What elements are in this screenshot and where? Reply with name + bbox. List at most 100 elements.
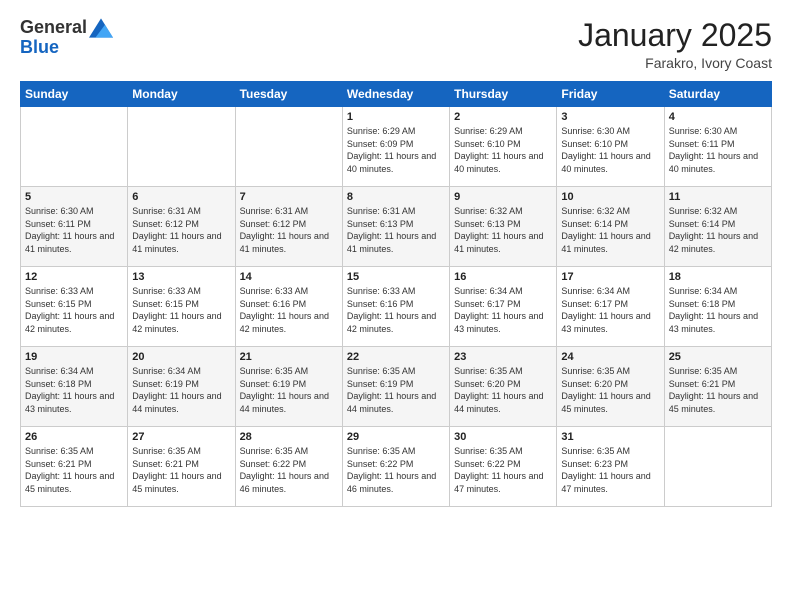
sunrise-text: Sunrise: 6:35 AM (561, 445, 659, 458)
sunset-text: Sunset: 6:21 PM (132, 458, 230, 471)
calendar-table: Sunday Monday Tuesday Wednesday Thursday… (20, 81, 772, 507)
title-block: January 2025 Farakro, Ivory Coast (578, 18, 772, 71)
table-row: 11 Sunrise: 6:32 AM Sunset: 6:14 PM Dayl… (664, 187, 771, 267)
sunset-text: Sunset: 6:19 PM (347, 378, 445, 391)
day-info: Sunrise: 6:35 AM Sunset: 6:23 PM Dayligh… (561, 445, 659, 495)
day-number: 7 (240, 191, 338, 203)
day-number: 8 (347, 191, 445, 203)
sunrise-text: Sunrise: 6:32 AM (561, 205, 659, 218)
day-info: Sunrise: 6:34 AM Sunset: 6:17 PM Dayligh… (561, 285, 659, 335)
sunset-text: Sunset: 6:10 PM (561, 138, 659, 151)
sunset-text: Sunset: 6:23 PM (561, 458, 659, 471)
day-info: Sunrise: 6:35 AM Sunset: 6:21 PM Dayligh… (669, 365, 767, 415)
day-info: Sunrise: 6:31 AM Sunset: 6:12 PM Dayligh… (132, 205, 230, 255)
table-row: 20 Sunrise: 6:34 AM Sunset: 6:19 PM Dayl… (128, 347, 235, 427)
col-sunday: Sunday (21, 82, 128, 107)
calendar-week-1: 1 Sunrise: 6:29 AM Sunset: 6:09 PM Dayli… (21, 107, 772, 187)
table-row: 25 Sunrise: 6:35 AM Sunset: 6:21 PM Dayl… (664, 347, 771, 427)
sunrise-text: Sunrise: 6:34 AM (669, 285, 767, 298)
daylight-text: Daylight: 11 hours and 45 minutes. (25, 470, 123, 495)
header: General Blue January 2025 Farakro, Ivory… (20, 18, 772, 71)
sunrise-text: Sunrise: 6:33 AM (347, 285, 445, 298)
sunset-text: Sunset: 6:12 PM (240, 218, 338, 231)
daylight-text: Daylight: 11 hours and 41 minutes. (347, 230, 445, 255)
sunset-text: Sunset: 6:18 PM (669, 298, 767, 311)
sunrise-text: Sunrise: 6:35 AM (240, 365, 338, 378)
daylight-text: Daylight: 11 hours and 41 minutes. (25, 230, 123, 255)
table-row: 19 Sunrise: 6:34 AM Sunset: 6:18 PM Dayl… (21, 347, 128, 427)
day-number: 11 (669, 191, 767, 203)
daylight-text: Daylight: 11 hours and 40 minutes. (347, 150, 445, 175)
day-number: 12 (25, 271, 123, 283)
daylight-text: Daylight: 11 hours and 44 minutes. (132, 390, 230, 415)
sunset-text: Sunset: 6:20 PM (561, 378, 659, 391)
day-number: 17 (561, 271, 659, 283)
sunset-text: Sunset: 6:13 PM (454, 218, 552, 231)
logo: General Blue (20, 18, 113, 58)
daylight-text: Daylight: 11 hours and 41 minutes. (561, 230, 659, 255)
sunrise-text: Sunrise: 6:35 AM (347, 365, 445, 378)
daylight-text: Daylight: 11 hours and 45 minutes. (561, 390, 659, 415)
day-info: Sunrise: 6:31 AM Sunset: 6:13 PM Dayligh… (347, 205, 445, 255)
sunset-text: Sunset: 6:19 PM (240, 378, 338, 391)
day-number: 22 (347, 351, 445, 363)
sunrise-text: Sunrise: 6:33 AM (132, 285, 230, 298)
daylight-text: Daylight: 11 hours and 41 minutes. (132, 230, 230, 255)
day-number: 14 (240, 271, 338, 283)
day-info: Sunrise: 6:29 AM Sunset: 6:10 PM Dayligh… (454, 125, 552, 175)
daylight-text: Daylight: 11 hours and 45 minutes. (132, 470, 230, 495)
calendar-week-2: 5 Sunrise: 6:30 AM Sunset: 6:11 PM Dayli… (21, 187, 772, 267)
table-row: 27 Sunrise: 6:35 AM Sunset: 6:21 PM Dayl… (128, 427, 235, 507)
sunset-text: Sunset: 6:21 PM (25, 458, 123, 471)
day-info: Sunrise: 6:35 AM Sunset: 6:20 PM Dayligh… (561, 365, 659, 415)
table-row: 12 Sunrise: 6:33 AM Sunset: 6:15 PM Dayl… (21, 267, 128, 347)
day-number: 2 (454, 111, 552, 123)
sunset-text: Sunset: 6:14 PM (669, 218, 767, 231)
sunset-text: Sunset: 6:17 PM (454, 298, 552, 311)
sunrise-text: Sunrise: 6:35 AM (454, 445, 552, 458)
table-row: 24 Sunrise: 6:35 AM Sunset: 6:20 PM Dayl… (557, 347, 664, 427)
sunrise-text: Sunrise: 6:33 AM (240, 285, 338, 298)
daylight-text: Daylight: 11 hours and 43 minutes. (454, 310, 552, 335)
daylight-text: Daylight: 11 hours and 47 minutes. (561, 470, 659, 495)
sunrise-text: Sunrise: 6:29 AM (454, 125, 552, 138)
day-info: Sunrise: 6:30 AM Sunset: 6:11 PM Dayligh… (25, 205, 123, 255)
table-row: 4 Sunrise: 6:30 AM Sunset: 6:11 PM Dayli… (664, 107, 771, 187)
calendar-week-5: 26 Sunrise: 6:35 AM Sunset: 6:21 PM Dayl… (21, 427, 772, 507)
daylight-text: Daylight: 11 hours and 44 minutes. (454, 390, 552, 415)
table-row: 17 Sunrise: 6:34 AM Sunset: 6:17 PM Dayl… (557, 267, 664, 347)
table-row: 16 Sunrise: 6:34 AM Sunset: 6:17 PM Dayl… (450, 267, 557, 347)
sunset-text: Sunset: 6:17 PM (561, 298, 659, 311)
day-info: Sunrise: 6:33 AM Sunset: 6:16 PM Dayligh… (240, 285, 338, 335)
sunrise-text: Sunrise: 6:35 AM (25, 445, 123, 458)
day-info: Sunrise: 6:34 AM Sunset: 6:17 PM Dayligh… (454, 285, 552, 335)
daylight-text: Daylight: 11 hours and 46 minutes. (347, 470, 445, 495)
sunrise-text: Sunrise: 6:35 AM (132, 445, 230, 458)
sunset-text: Sunset: 6:20 PM (454, 378, 552, 391)
sunrise-text: Sunrise: 6:30 AM (25, 205, 123, 218)
sunrise-text: Sunrise: 6:31 AM (347, 205, 445, 218)
day-number: 31 (561, 431, 659, 443)
subtitle: Farakro, Ivory Coast (578, 55, 772, 71)
sunrise-text: Sunrise: 6:33 AM (25, 285, 123, 298)
day-info: Sunrise: 6:33 AM Sunset: 6:16 PM Dayligh… (347, 285, 445, 335)
day-number: 6 (132, 191, 230, 203)
table-row (128, 107, 235, 187)
daylight-text: Daylight: 11 hours and 43 minutes. (669, 310, 767, 335)
sunrise-text: Sunrise: 6:32 AM (669, 205, 767, 218)
day-info: Sunrise: 6:34 AM Sunset: 6:19 PM Dayligh… (132, 365, 230, 415)
day-number: 28 (240, 431, 338, 443)
day-info: Sunrise: 6:33 AM Sunset: 6:15 PM Dayligh… (25, 285, 123, 335)
daylight-text: Daylight: 11 hours and 42 minutes. (25, 310, 123, 335)
table-row: 9 Sunrise: 6:32 AM Sunset: 6:13 PM Dayli… (450, 187, 557, 267)
sunrise-text: Sunrise: 6:30 AM (561, 125, 659, 138)
table-row: 3 Sunrise: 6:30 AM Sunset: 6:10 PM Dayli… (557, 107, 664, 187)
day-info: Sunrise: 6:30 AM Sunset: 6:11 PM Dayligh… (669, 125, 767, 175)
logo-text: General Blue (20, 18, 113, 58)
day-info: Sunrise: 6:31 AM Sunset: 6:12 PM Dayligh… (240, 205, 338, 255)
table-row (235, 107, 342, 187)
table-row: 5 Sunrise: 6:30 AM Sunset: 6:11 PM Dayli… (21, 187, 128, 267)
day-info: Sunrise: 6:34 AM Sunset: 6:18 PM Dayligh… (669, 285, 767, 335)
table-row: 30 Sunrise: 6:35 AM Sunset: 6:22 PM Dayl… (450, 427, 557, 507)
day-number: 20 (132, 351, 230, 363)
